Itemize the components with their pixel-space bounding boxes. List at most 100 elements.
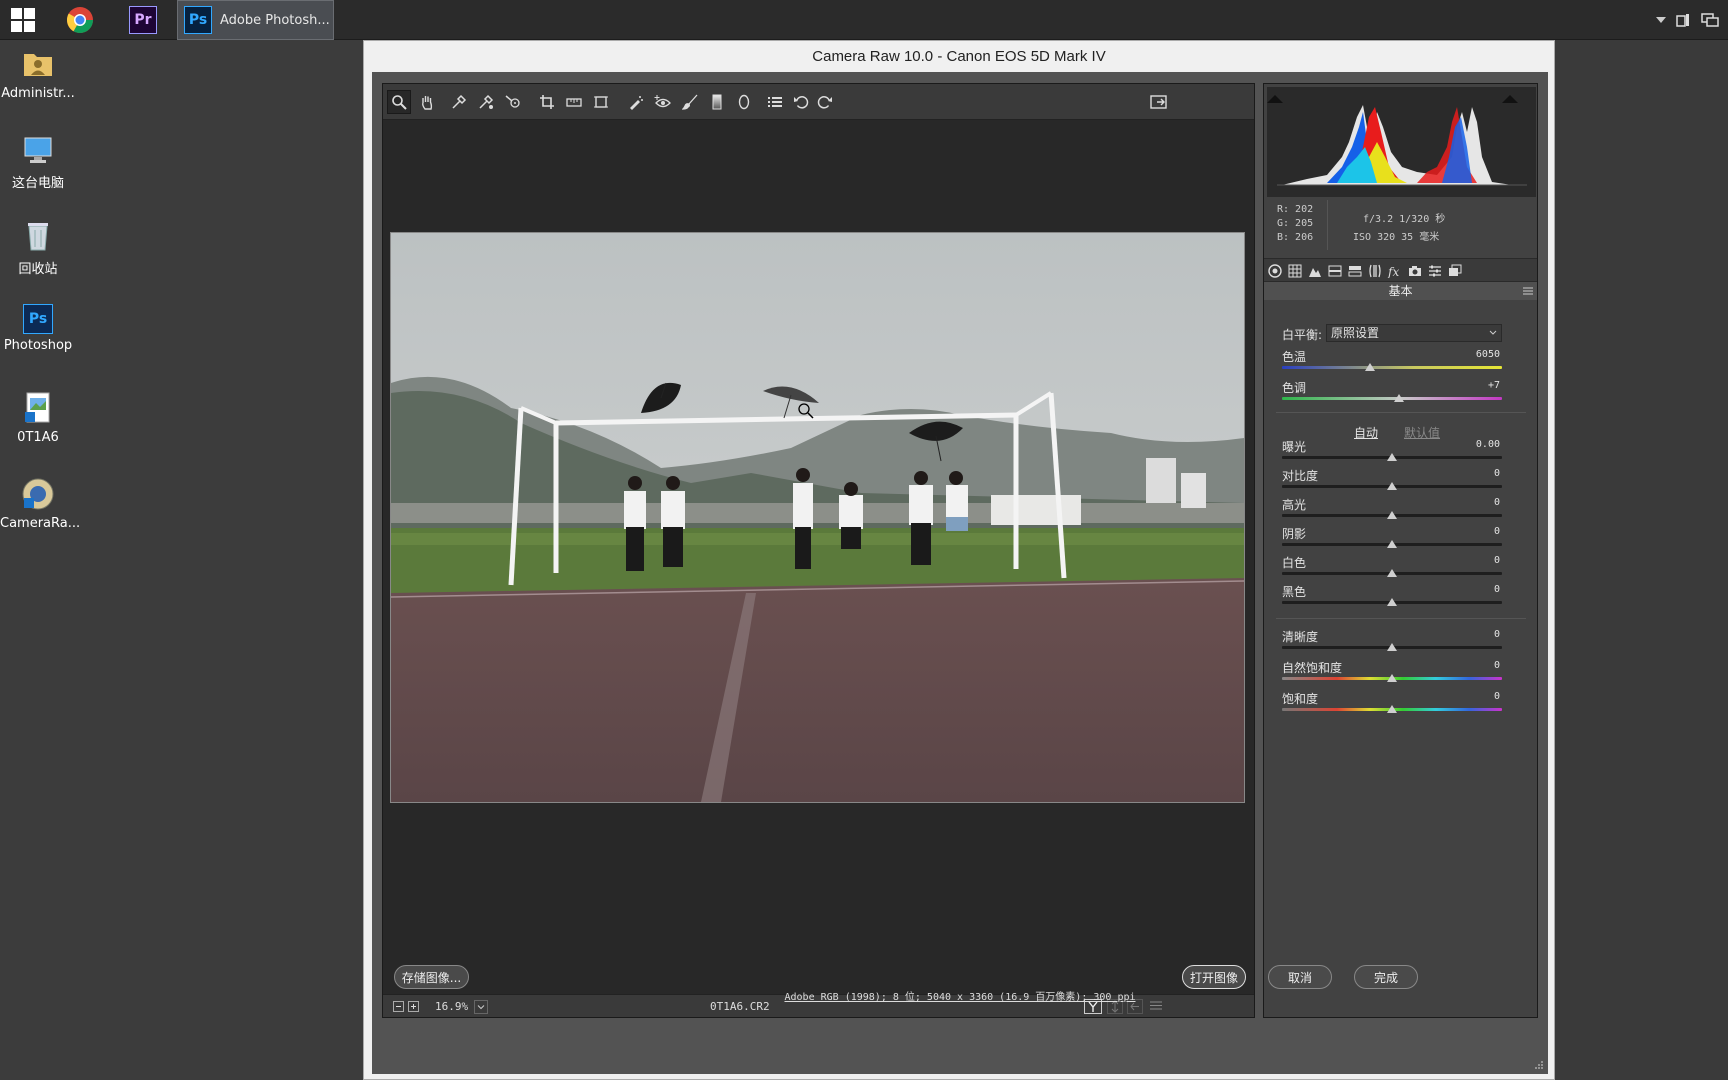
slider-thumb[interactable] — [1387, 540, 1397, 548]
tray-device-button[interactable] — [1672, 0, 1694, 40]
divider — [1276, 618, 1526, 619]
slider-value[interactable]: 0 — [1460, 660, 1500, 671]
slider-label: 黑色 — [1282, 585, 1307, 599]
slider-thumb[interactable] — [1387, 511, 1397, 519]
desktop-icon-0t1a6[interactable]: 0T1A6 — [0, 390, 76, 445]
slider-value[interactable]: 0.00 — [1460, 439, 1500, 450]
spot-removal-tool[interactable] — [624, 90, 648, 114]
panel-tabs: fx — [1264, 258, 1537, 282]
rotate-cw-button[interactable] — [813, 90, 837, 114]
svg-text:fx: fx — [1387, 265, 1399, 278]
slider-value[interactable]: 0 — [1460, 468, 1500, 479]
level-icon — [566, 98, 582, 107]
white-balance-tool[interactable] — [447, 90, 471, 114]
graduated-filter-tool[interactable] — [705, 90, 729, 114]
slider-value[interactable]: 6050 — [1460, 349, 1500, 360]
photoshop-file-text: Ps — [28, 311, 48, 327]
slider-thumb[interactable] — [1387, 643, 1397, 651]
resize-grip-icon[interactable] — [1534, 1060, 1544, 1070]
slider-track[interactable] — [1282, 366, 1502, 369]
white-balance-label: 白平衡: — [1282, 328, 1323, 342]
crop-tool[interactable] — [535, 90, 559, 114]
photo-canvas — [391, 233, 1244, 802]
slider-track[interactable] — [1282, 397, 1502, 400]
slider-value[interactable]: 0 — [1460, 629, 1500, 640]
slider-value[interactable]: 0 — [1460, 526, 1500, 537]
slider-thumb[interactable] — [1365, 363, 1375, 371]
slider-value[interactable]: 0 — [1460, 584, 1500, 595]
slider-thumb[interactable] — [1387, 569, 1397, 577]
desktop-icon-this-pc[interactable]: 这台电脑 — [0, 132, 76, 191]
done-button[interactable]: 完成 — [1354, 965, 1418, 989]
cancel-button[interactable]: 取消 — [1268, 965, 1332, 989]
desktop-icon-recycle-bin[interactable]: 回收站 — [0, 218, 76, 277]
slider-value[interactable]: 0 — [1460, 497, 1500, 508]
tab-presets[interactable] — [1427, 263, 1443, 279]
rotate-left-icon — [794, 96, 809, 109]
tab-split-toning[interactable] — [1347, 263, 1363, 279]
spot-removal-icon — [630, 96, 643, 110]
desktop-icon-label: 回收站 — [18, 262, 58, 277]
tray-expand-button[interactable] — [1652, 0, 1670, 40]
red-eye-tool[interactable] — [651, 90, 675, 114]
auto-button[interactable]: 自动 — [1354, 424, 1378, 441]
brush-icon — [682, 94, 698, 110]
slider-value[interactable]: 0 — [1460, 691, 1500, 702]
chrome-taskbar-button[interactable] — [63, 0, 97, 40]
preferences-button[interactable] — [763, 90, 787, 114]
aperture-shutter: f/3.2 1/320 秒 — [1363, 214, 1446, 225]
recycle-bin-icon — [20, 218, 56, 254]
tab-hsl[interactable] — [1327, 263, 1343, 279]
slider-thumb[interactable] — [1387, 598, 1397, 606]
tab-effects[interactable]: fx — [1387, 263, 1403, 279]
tray-network-button[interactable] — [1698, 0, 1722, 40]
desktop-icon-camera-raw[interactable]: CameraRa... — [0, 476, 81, 531]
fullscreen-button[interactable] — [1147, 90, 1171, 114]
grid-icon — [1288, 264, 1302, 278]
color-sampler-tool[interactable] — [474, 90, 498, 114]
rgb-r-value: R: 202 — [1277, 204, 1314, 215]
tool-bar — [383, 84, 1254, 120]
open-image-button[interactable]: 打开图像 — [1182, 965, 1246, 989]
tab-detail[interactable] — [1307, 263, 1323, 279]
targeted-adjustment-tool[interactable] — [501, 90, 525, 114]
desktop-icon-administrator[interactable]: Administr... — [0, 46, 76, 101]
tab-basic[interactable] — [1267, 263, 1283, 279]
zoom-tool[interactable] — [387, 90, 411, 114]
default-button[interactable]: 默认值 — [1404, 424, 1440, 441]
tab-snapshots[interactable] — [1447, 263, 1463, 279]
desktop-icon-photoshop[interactable]: Ps Photoshop — [0, 304, 76, 353]
windows-start-button[interactable] — [0, 0, 46, 40]
image-preview[interactable] — [390, 232, 1245, 803]
section-title: 基本 — [1264, 282, 1537, 300]
slider-value[interactable]: 0 — [1460, 555, 1500, 566]
hand-tool[interactable] — [415, 90, 439, 114]
radial-filter-tool[interactable] — [732, 90, 756, 114]
cancel-label: 取消 — [1287, 970, 1312, 985]
adjustment-brush-tool[interactable] — [678, 90, 702, 114]
fx-icon: fx — [1387, 265, 1399, 278]
desktop-icon-label: CameraRa... — [0, 516, 81, 531]
slider-value[interactable]: +7 — [1460, 380, 1500, 391]
tab-lens-corrections[interactable] — [1367, 263, 1383, 279]
slider-thumb[interactable] — [1387, 705, 1397, 713]
tab-tone-curve[interactable] — [1287, 263, 1303, 279]
straighten-tool[interactable] — [562, 90, 586, 114]
usb-device-icon — [1676, 14, 1689, 27]
red-eye-icon — [654, 95, 671, 108]
white-balance-select[interactable]: 原照设置 — [1326, 324, 1502, 342]
rotate-right-icon — [817, 96, 832, 109]
rotate-ccw-button[interactable] — [789, 90, 813, 114]
slider-thumb[interactable] — [1393, 394, 1404, 402]
slider-thumb[interactable] — [1387, 674, 1397, 682]
slider-thumb[interactable] — [1387, 453, 1397, 461]
save-image-button[interactable]: 存储图像... — [394, 965, 469, 989]
tab-camera-calibration[interactable] — [1407, 263, 1423, 279]
workflow-options-link[interactable]: Adobe RGB (1998); 8 位; 5040 x 3360 (16.9… — [372, 988, 1548, 1003]
premiere-taskbar-button[interactable]: Pr — [126, 0, 160, 40]
panel-menu-icon[interactable] — [1523, 287, 1533, 295]
slider-thumb[interactable] — [1387, 482, 1397, 490]
photoshop-taskbar-button[interactable]: Ps Adobe Photosh... — [177, 0, 334, 40]
network-icon — [1701, 13, 1719, 27]
transform-tool[interactable] — [589, 90, 613, 114]
